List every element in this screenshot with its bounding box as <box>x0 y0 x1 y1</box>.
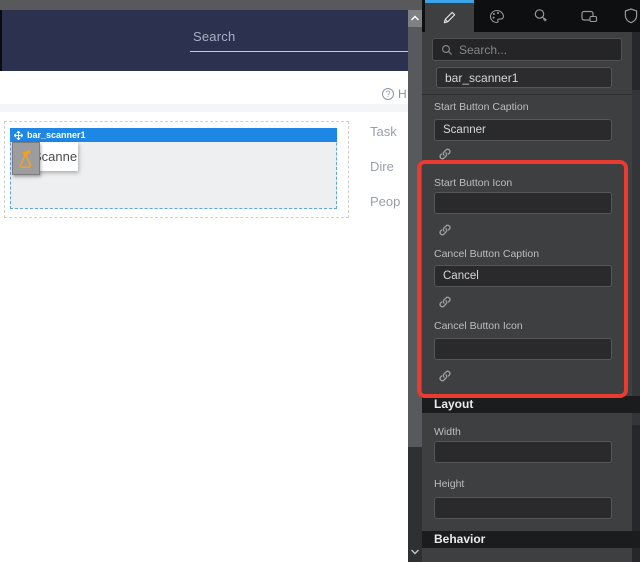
app-window: Search ? H bar_scanner1 Scanner Task Dir… <box>0 0 640 562</box>
widget-title-label: bar_scanner1 <box>27 130 86 140</box>
start-button-caption-input[interactable] <box>434 119 612 141</box>
canvas-help-link[interactable]: ? H <box>382 87 407 101</box>
question-circle-icon: ? <box>382 88 394 100</box>
section-header-layout[interactable]: Layout <box>422 396 640 413</box>
canvas-header-search-underline <box>190 51 408 52</box>
palette-icon <box>489 9 505 24</box>
chain-link-icon[interactable] <box>438 294 454 309</box>
shield-icon <box>624 8 638 24</box>
help-link-label: H <box>398 87 407 101</box>
scroll-down-button[interactable] <box>408 545 422 557</box>
start-button-icon-label: Start Button Icon <box>434 177 513 189</box>
section-header-behavior[interactable]: Behavior <box>422 531 640 548</box>
canvas-scrollbar[interactable] <box>408 10 422 562</box>
tab-device-preview[interactable] <box>567 0 611 32</box>
cancel-button-icon-input[interactable] <box>434 338 612 360</box>
header-left-edge <box>0 10 2 71</box>
camera-icon <box>580 10 598 23</box>
canvas-header-search-field[interactable]: Search <box>193 29 235 44</box>
tab-properties[interactable] <box>425 0 474 32</box>
chain-link-icon[interactable] <box>438 368 454 383</box>
panel-search-box[interactable] <box>432 38 622 61</box>
widget-selection-titlebar[interactable]: bar_scanner1 <box>10 128 337 142</box>
widget-name-input[interactable] <box>436 67 612 88</box>
width-input[interactable] <box>434 441 612 463</box>
canvas-text-people[interactable]: Peop <box>370 194 408 209</box>
scroll-up-button[interactable] <box>408 10 422 27</box>
cancel-button-caption-label: Cancel Button Caption <box>434 248 540 260</box>
move-arrows-icon[interactable] <box>14 130 23 140</box>
start-button-caption-label: Start Button Caption <box>434 101 529 113</box>
tab-security[interactable] <box>611 0 640 32</box>
canvas-text-directory[interactable]: Dire <box>370 159 408 174</box>
flask-icon <box>12 142 40 175</box>
search-icon <box>441 44 453 56</box>
properties-panel: Start Button Caption Start Button Icon C… <box>422 0 640 562</box>
cancel-button-caption-input[interactable] <box>434 265 612 287</box>
chain-link-icon[interactable] <box>438 146 454 161</box>
height-label: Height <box>434 478 465 490</box>
height-input[interactable] <box>434 497 612 519</box>
selected-widget-bar-scanner[interactable]: bar_scanner1 Scanner <box>10 128 337 209</box>
width-label: Width <box>434 426 461 438</box>
panel-scrollbar-thumb[interactable] <box>632 90 640 425</box>
chain-link-icon[interactable] <box>438 222 454 237</box>
panel-divider <box>422 94 632 95</box>
tab-styling[interactable] <box>475 0 519 32</box>
window-top-strip <box>0 0 422 10</box>
panel-tab-bar <box>422 0 640 32</box>
canvas-row-divider <box>0 104 408 112</box>
design-canvas[interactable]: ? H bar_scanner1 Scanner Task Dire Peop <box>0 71 408 562</box>
start-button-icon-input[interactable] <box>434 192 612 214</box>
tab-find-usages[interactable] <box>519 0 563 32</box>
magnifier-star-icon <box>533 8 549 24</box>
canvas-text-tasks[interactable]: Task <box>370 124 408 139</box>
panel-search-input[interactable] <box>459 42 614 57</box>
pencil-icon <box>442 10 457 25</box>
widget-button-preview[interactable]: Scanner <box>12 142 78 175</box>
cancel-button-icon-label: Cancel Button Icon <box>434 320 523 332</box>
canvas-scrollbar-thumb[interactable] <box>408 27 422 447</box>
